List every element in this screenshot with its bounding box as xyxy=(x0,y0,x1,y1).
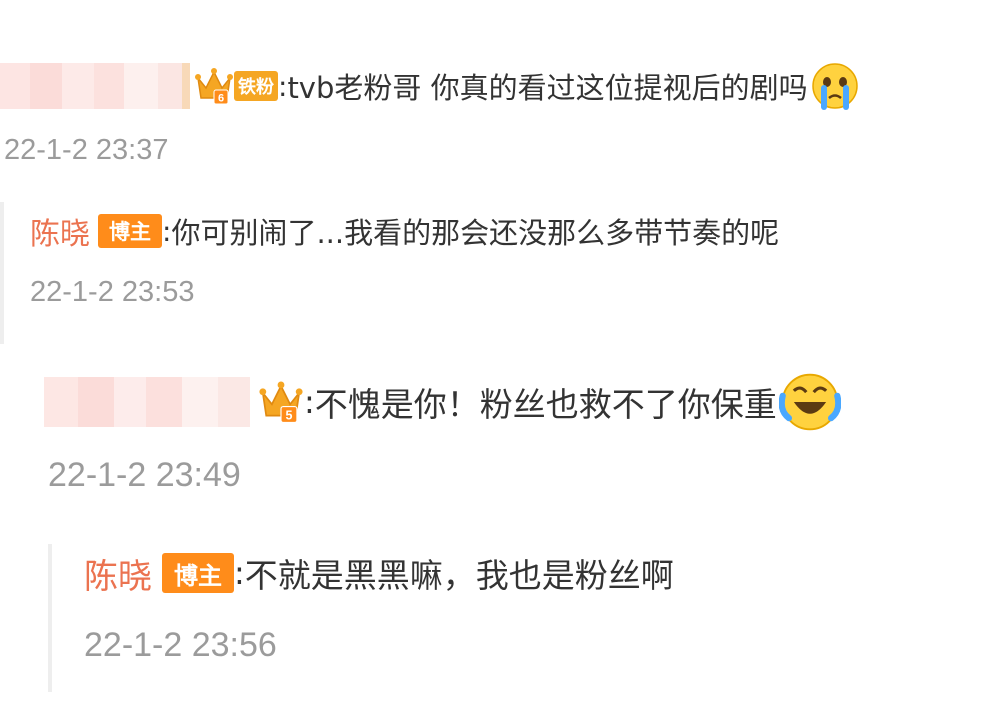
comment-timestamp: 22-1-2 23:49 xyxy=(48,456,241,494)
reply-timestamp: 22-1-2 23:56 xyxy=(84,626,277,664)
comment-text: tvb老粉哥 你真的看过这位提视后的剧吗 xyxy=(287,71,808,105)
reply-divider xyxy=(0,202,4,344)
blogger-badge: 博主 xyxy=(98,214,162,248)
commenter-name-blurred[interactable] xyxy=(44,377,250,427)
fan-level-number: 6 xyxy=(218,93,224,105)
commenter-name-blurred[interactable] xyxy=(0,63,190,109)
comment-separator: : xyxy=(278,69,288,103)
reply-separator: : xyxy=(162,214,172,248)
reply-timestamp: 22-1-2 23:53 xyxy=(30,276,195,308)
crying-emoji-icon xyxy=(811,63,858,110)
reply-text: 你可别闹了...我看的那会还没那么多带节奏的呢 xyxy=(171,216,780,250)
reply-2: 陈晓 博主 : 不就是黑黑嘛，我也是粉丝啊 xyxy=(84,548,674,598)
laughing-tears-emoji-icon xyxy=(778,373,841,431)
reply-author[interactable]: 陈晓 xyxy=(30,209,90,253)
comment-timestamp: 22-1-2 23:37 xyxy=(4,134,169,166)
comment-2: 5 : 不愧是你！粉丝也救不了你保重 xyxy=(44,372,841,432)
comment-1: 6 铁粉 : tvb老粉哥 你真的看过这位提视后的剧吗 xyxy=(0,60,860,112)
reply-1: 陈晓 博主 : 你可别闹了...我看的那会还没那么多带节奏的呢 xyxy=(30,208,779,254)
blogger-badge: 博主 xyxy=(162,553,234,593)
crown-level-icon: 6 xyxy=(195,68,233,105)
reply-text: 不就是黑黑嘛，我也是粉丝啊 xyxy=(244,556,674,595)
comment-text: 不愧是你！粉丝也救不了你保重 xyxy=(314,385,777,424)
fan-badge: 铁粉 xyxy=(234,71,278,101)
reply-separator: : xyxy=(234,554,245,592)
comment-separator: : xyxy=(304,383,315,421)
crown-level-icon: 5 xyxy=(259,381,303,424)
reply-divider xyxy=(48,544,52,692)
fan-level-number: 5 xyxy=(285,409,292,423)
reply-author[interactable]: 陈晓 xyxy=(84,549,152,598)
